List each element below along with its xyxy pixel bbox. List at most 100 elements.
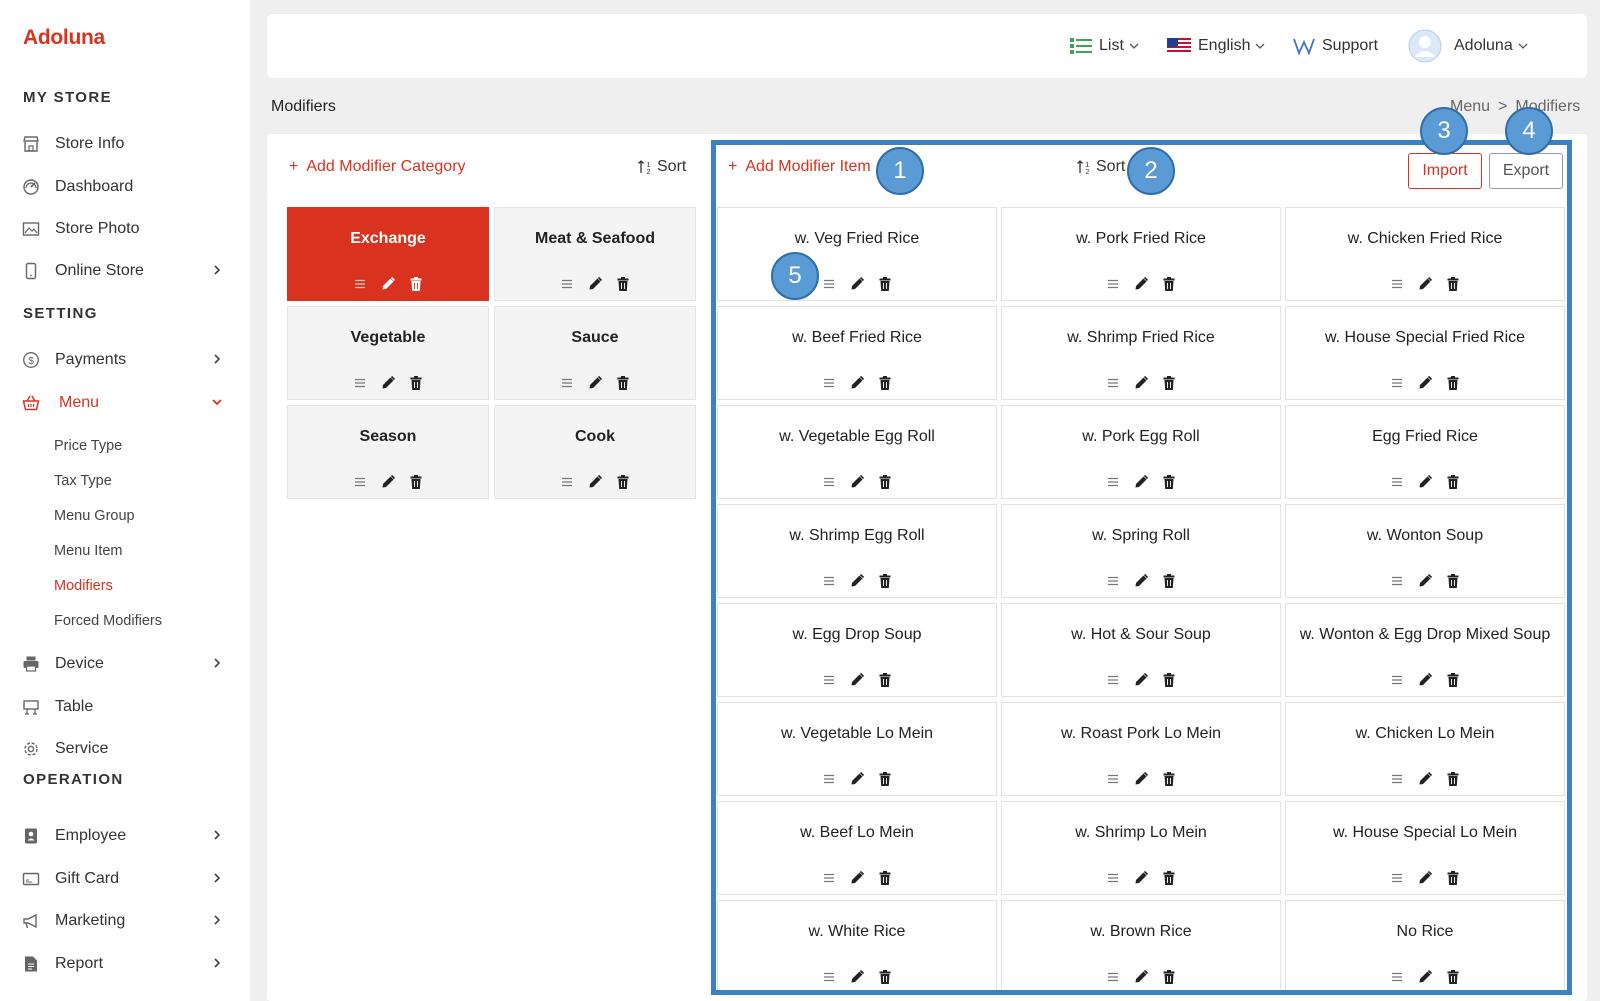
modifier-item-card[interactable]: w. Veg Fried Rice bbox=[717, 207, 997, 301]
delete-trash-icon[interactable] bbox=[1161, 969, 1177, 985]
edit-pencil-icon[interactable] bbox=[849, 375, 865, 391]
sidebar-subitem-forced-modifiers[interactable]: Forced Modifiers bbox=[54, 613, 162, 629]
modifier-item-card[interactable]: w. Egg Drop Soup bbox=[717, 603, 997, 697]
drag-handle-icon[interactable] bbox=[821, 474, 837, 490]
edit-pencil-icon[interactable] bbox=[1133, 375, 1149, 391]
sidebar-subitem-menu-item[interactable]: Menu Item bbox=[54, 543, 123, 559]
sidebar-item-store-info[interactable]: Store Info bbox=[0, 127, 250, 161]
sidebar-subitem-menu-group[interactable]: Menu Group bbox=[54, 508, 135, 524]
drag-handle-icon[interactable] bbox=[1105, 375, 1121, 391]
edit-pencil-icon[interactable] bbox=[849, 870, 865, 886]
drag-handle-icon[interactable] bbox=[1389, 672, 1405, 688]
delete-trash-icon[interactable] bbox=[408, 276, 424, 292]
modifier-item-card[interactable]: w. House Special Lo Mein bbox=[1285, 801, 1565, 895]
edit-pencil-icon[interactable] bbox=[849, 672, 865, 688]
modifier-item-card[interactable]: w. Pork Egg Roll bbox=[1001, 405, 1281, 499]
edit-pencil-icon[interactable] bbox=[849, 474, 865, 490]
sidebar-item-device[interactable]: Device bbox=[0, 647, 250, 681]
drag-handle-icon[interactable] bbox=[559, 276, 575, 292]
delete-trash-icon[interactable] bbox=[1445, 375, 1461, 391]
drag-handle-icon[interactable] bbox=[1389, 573, 1405, 589]
delete-trash-icon[interactable] bbox=[408, 474, 424, 490]
modifier-item-card[interactable]: w. Hot & Sour Soup bbox=[1001, 603, 1281, 697]
sidebar-item-table[interactable]: Table bbox=[0, 690, 250, 724]
modifier-item-card[interactable]: w. Chicken Lo Mein bbox=[1285, 702, 1565, 796]
drag-handle-icon[interactable] bbox=[1389, 474, 1405, 490]
modifier-item-card[interactable]: w. Brown Rice bbox=[1001, 900, 1281, 994]
delete-trash-icon[interactable] bbox=[877, 771, 893, 787]
sidebar-item-gift-card[interactable]: Gift Card bbox=[0, 862, 250, 896]
drag-handle-icon[interactable] bbox=[821, 771, 837, 787]
delete-trash-icon[interactable] bbox=[1445, 474, 1461, 490]
drag-handle-icon[interactable] bbox=[1105, 474, 1121, 490]
modifier-item-card[interactable]: w. Shrimp Fried Rice bbox=[1001, 306, 1281, 400]
modifier-item-card[interactable]: w. Pork Fried Rice bbox=[1001, 207, 1281, 301]
drag-handle-icon[interactable] bbox=[821, 573, 837, 589]
drag-handle-icon[interactable] bbox=[821, 276, 837, 292]
delete-trash-icon[interactable] bbox=[877, 870, 893, 886]
sidebar-subitem-price-type[interactable]: Price Type bbox=[54, 438, 122, 454]
modifier-item-card[interactable]: w. Shrimp Egg Roll bbox=[717, 504, 997, 598]
sidebar-subitem-tax-type[interactable]: Tax Type bbox=[54, 473, 112, 489]
delete-trash-icon[interactable] bbox=[1161, 474, 1177, 490]
sidebar-item-payments[interactable]: $ Payments bbox=[0, 343, 250, 377]
delete-trash-icon[interactable] bbox=[408, 375, 424, 391]
sidebar-item-online-store[interactable]: Online Store bbox=[0, 254, 250, 288]
delete-trash-icon[interactable] bbox=[615, 474, 631, 490]
category-card[interactable]: Exchange bbox=[287, 207, 489, 301]
drag-handle-icon[interactable] bbox=[1389, 870, 1405, 886]
modifier-item-card[interactable]: w. Spring Roll bbox=[1001, 504, 1281, 598]
modifier-item-card[interactable]: w. Beef Fried Rice bbox=[717, 306, 997, 400]
modifier-item-card[interactable]: w. Vegetable Lo Mein bbox=[717, 702, 997, 796]
delete-trash-icon[interactable] bbox=[615, 276, 631, 292]
edit-pencil-icon[interactable] bbox=[1133, 969, 1149, 985]
view-mode-dropdown[interactable]: List bbox=[1070, 14, 1146, 78]
drag-handle-icon[interactable] bbox=[1389, 771, 1405, 787]
support-link[interactable]: Support bbox=[1293, 14, 1378, 78]
drag-handle-icon[interactable] bbox=[1105, 870, 1121, 886]
edit-pencil-icon[interactable] bbox=[380, 276, 396, 292]
delete-trash-icon[interactable] bbox=[877, 573, 893, 589]
edit-pencil-icon[interactable] bbox=[1133, 672, 1149, 688]
drag-handle-icon[interactable] bbox=[821, 375, 837, 391]
edit-pencil-icon[interactable] bbox=[849, 969, 865, 985]
edit-pencil-icon[interactable] bbox=[1417, 870, 1433, 886]
delete-trash-icon[interactable] bbox=[1445, 969, 1461, 985]
edit-pencil-icon[interactable] bbox=[1133, 771, 1149, 787]
delete-trash-icon[interactable] bbox=[877, 276, 893, 292]
delete-trash-icon[interactable] bbox=[1445, 573, 1461, 589]
delete-trash-icon[interactable] bbox=[1445, 672, 1461, 688]
drag-handle-icon[interactable] bbox=[1105, 276, 1121, 292]
add-modifier-item-button[interactable]: + Add Modifier Item bbox=[728, 158, 871, 176]
sidebar-item-employee[interactable]: Employee bbox=[0, 819, 250, 853]
drag-handle-icon[interactable] bbox=[1105, 573, 1121, 589]
edit-pencil-icon[interactable] bbox=[1417, 672, 1433, 688]
export-button[interactable]: Export bbox=[1489, 153, 1563, 189]
user-dropdown[interactable]: Adoluna bbox=[1408, 14, 1535, 78]
edit-pencil-icon[interactable] bbox=[587, 276, 603, 292]
edit-pencil-icon[interactable] bbox=[1417, 573, 1433, 589]
modifier-item-card[interactable]: w. Roast Pork Lo Mein bbox=[1001, 702, 1281, 796]
sidebar-item-dashboard[interactable]: Dashboard bbox=[0, 170, 250, 204]
sidebar-subitem-modifiers[interactable]: Modifiers bbox=[54, 578, 113, 594]
sidebar-item-menu[interactable]: Menu bbox=[0, 386, 250, 420]
import-button[interactable]: Import bbox=[1408, 153, 1482, 189]
drag-handle-icon[interactable] bbox=[1105, 672, 1121, 688]
drag-handle-icon[interactable] bbox=[1105, 771, 1121, 787]
edit-pencil-icon[interactable] bbox=[380, 375, 396, 391]
add-modifier-category-button[interactable]: + Add Modifier Category bbox=[289, 158, 466, 176]
category-card[interactable]: Sauce bbox=[494, 306, 696, 400]
sidebar-item-store-photo[interactable]: Store Photo bbox=[0, 212, 250, 246]
edit-pencil-icon[interactable] bbox=[587, 375, 603, 391]
drag-handle-icon[interactable] bbox=[1389, 276, 1405, 292]
drag-handle-icon[interactable] bbox=[352, 474, 368, 490]
drag-handle-icon[interactable] bbox=[821, 672, 837, 688]
modifier-item-card[interactable]: w. Shrimp Lo Mein bbox=[1001, 801, 1281, 895]
delete-trash-icon[interactable] bbox=[1161, 276, 1177, 292]
edit-pencil-icon[interactable] bbox=[849, 771, 865, 787]
edit-pencil-icon[interactable] bbox=[1417, 771, 1433, 787]
delete-trash-icon[interactable] bbox=[1161, 870, 1177, 886]
drag-handle-icon[interactable] bbox=[559, 474, 575, 490]
modifier-item-card[interactable]: Egg Fried Rice bbox=[1285, 405, 1565, 499]
edit-pencil-icon[interactable] bbox=[849, 276, 865, 292]
